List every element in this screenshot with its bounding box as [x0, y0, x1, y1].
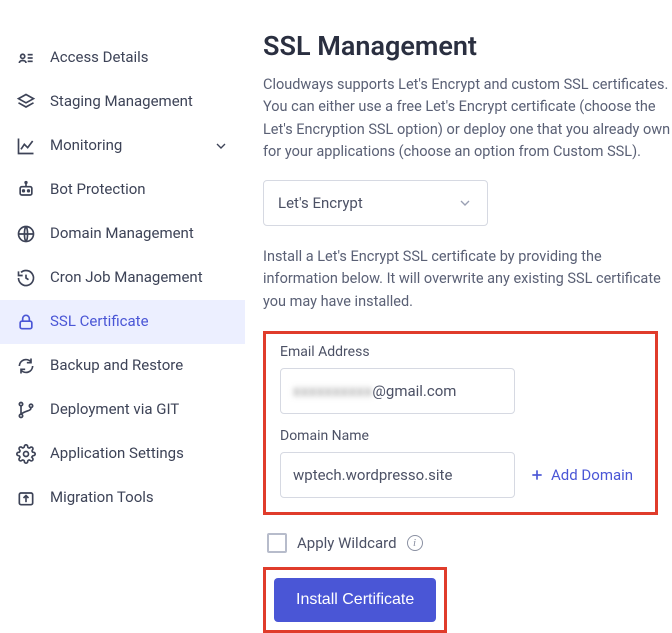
ssl-type-select[interactable]: Let's Encrypt [263, 180, 488, 226]
sidebar-item-label: Cron Job Management [50, 268, 229, 288]
globe-icon [16, 224, 36, 244]
robot-icon [16, 180, 36, 200]
sidebar-item-label: Deployment via GIT [50, 400, 229, 420]
box-arrow-icon [16, 488, 36, 508]
sidebar-item-label: Access Details [50, 48, 229, 68]
sidebar-item-label: Domain Management [50, 224, 229, 244]
history-icon [16, 268, 36, 288]
sidebar-item-application-settings[interactable]: Application Settings [0, 432, 245, 476]
email-field[interactable]: xxxxxxxxxx@gmail.com [280, 368, 515, 414]
sidebar-item-domain-management[interactable]: Domain Management [0, 212, 245, 256]
page-description: Cloudways supports Let's Encrypt and cus… [263, 74, 672, 164]
domain-label: Domain Name [280, 428, 641, 444]
main-content: SSL Management Cloudways supports Let's … [245, 0, 672, 610]
sidebar: Access Details Staging Management Monito… [0, 0, 245, 610]
sidebar-item-staging-management[interactable]: Staging Management [0, 80, 245, 124]
git-branch-icon [16, 400, 36, 420]
chevron-down-icon [457, 195, 473, 211]
lock-icon [16, 312, 36, 332]
ssl-type-value: Let's Encrypt [278, 194, 363, 212]
sidebar-item-deployment-via-git[interactable]: Deployment via GIT [0, 388, 245, 432]
sidebar-item-label: SSL Certificate [50, 312, 229, 332]
install-description: Install a Let's Encrypt SSL certificate … [263, 246, 672, 313]
add-domain-label: Add Domain [551, 466, 633, 484]
sidebar-item-bot-protection[interactable]: Bot Protection [0, 168, 245, 212]
sidebar-item-backup-and-restore[interactable]: Backup and Restore [0, 344, 245, 388]
highlighted-button-section: Install Certificate [263, 567, 447, 633]
chevron-down-icon [213, 138, 229, 154]
email-suffix: @gmail.com [372, 382, 456, 400]
domain-value: wptech.wordpresso.site [293, 466, 452, 484]
chart-line-icon [16, 136, 36, 156]
install-certificate-button[interactable]: Install Certificate [274, 578, 436, 622]
sidebar-item-label: Bot Protection [50, 180, 229, 200]
sidebar-item-label: Migration Tools [50, 488, 229, 508]
layers-icon [16, 92, 36, 112]
plus-icon [529, 467, 545, 483]
info-icon[interactable]: i [407, 535, 423, 551]
sidebar-item-label: Application Settings [50, 444, 229, 464]
sidebar-item-access-details[interactable]: Access Details [0, 36, 245, 80]
highlighted-form-section: Email Address xxxxxxxxxx@gmail.com Domai… [263, 331, 658, 515]
add-domain-button[interactable]: Add Domain [529, 466, 633, 484]
sidebar-item-monitoring[interactable]: Monitoring [0, 124, 245, 168]
id-card-icon [16, 48, 36, 68]
domain-field[interactable]: wptech.wordpresso.site [280, 452, 515, 498]
email-label: Email Address [280, 344, 641, 360]
refresh-icon [16, 356, 36, 376]
gear-icon [16, 444, 36, 464]
email-blurred-part: xxxxxxxxxx [293, 382, 372, 400]
apply-wildcard-label: Apply Wildcard [297, 534, 397, 552]
sidebar-item-label: Staging Management [50, 92, 229, 112]
sidebar-item-ssl-certificate[interactable]: SSL Certificate [0, 300, 245, 344]
sidebar-item-label: Backup and Restore [50, 356, 229, 376]
sidebar-item-migration-tools[interactable]: Migration Tools [0, 476, 245, 520]
apply-wildcard-checkbox[interactable] [267, 533, 287, 553]
sidebar-item-label: Monitoring [50, 136, 199, 156]
sidebar-item-cron-job-management[interactable]: Cron Job Management [0, 256, 245, 300]
page-title: SSL Management [263, 30, 672, 62]
